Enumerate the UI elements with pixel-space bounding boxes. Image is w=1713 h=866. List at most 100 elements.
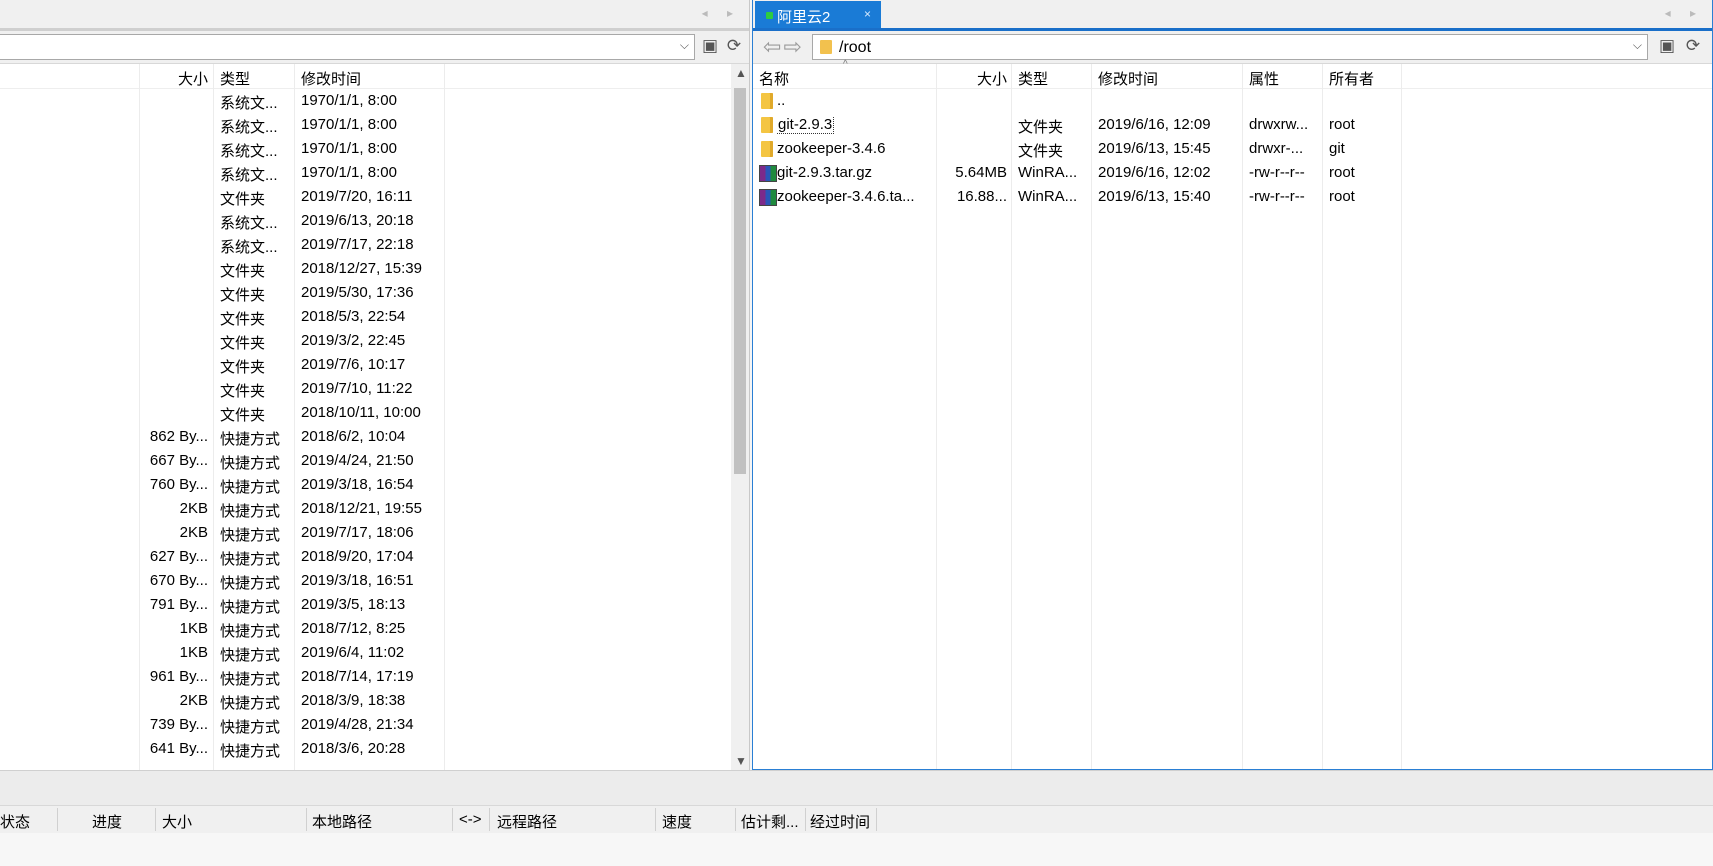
table-row[interactable]: 2KB 快捷方式 2019/7/17, 18:06 bbox=[0, 522, 749, 546]
cell-size bbox=[140, 356, 208, 378]
cell-size bbox=[140, 404, 208, 426]
table-row[interactable]: 系统文... 2019/6/13, 20:18 bbox=[0, 210, 749, 234]
refresh-icon[interactable]: ⟳ bbox=[724, 36, 744, 56]
table-row[interactable]: 系统文... 1970/1/1, 8:00 bbox=[0, 162, 749, 186]
column-divider[interactable] bbox=[452, 808, 453, 831]
column-divider[interactable] bbox=[805, 808, 806, 831]
column-elapsed[interactable]: 经过时间 bbox=[810, 811, 870, 833]
table-row[interactable]: .. bbox=[753, 90, 1712, 114]
table-row[interactable]: 670 By... 快捷方式 2019/3/18, 16:51 bbox=[0, 570, 749, 594]
table-row[interactable]: zookeeper-3.4.6 文件夹 2019/6/13, 15:45 drwxr-… bbox=[753, 138, 1712, 162]
column-progress[interactable]: 进度 bbox=[92, 811, 122, 833]
tab-scroll-arrows-icon[interactable]: ◂ ▸ bbox=[1665, 6, 1704, 20]
table-row[interactable]: 667 By... 快捷方式 2019/4/24, 21:50 bbox=[0, 450, 749, 474]
column-divider[interactable] bbox=[155, 808, 156, 831]
cell-type: 快捷方式 bbox=[220, 479, 281, 496]
cell-size: 670 By... bbox=[149, 572, 208, 589]
column-local-path[interactable]: 本地路径 bbox=[312, 811, 372, 833]
local-path-input[interactable]: ⌵ bbox=[0, 34, 695, 60]
column-divider[interactable] bbox=[489, 808, 490, 831]
cell-type: 文件夹 bbox=[220, 359, 266, 376]
column-divider[interactable] bbox=[57, 808, 58, 831]
table-row[interactable]: zookeeper-3.4.6.ta... 16.88... WinRA... 201… bbox=[753, 186, 1712, 210]
chevron-down-icon[interactable]: ⌵ bbox=[1633, 38, 1642, 53]
cell-size bbox=[140, 92, 208, 114]
table-row[interactable]: 1KB 快捷方式 2019/6/4, 11:02 bbox=[0, 642, 749, 666]
back-forward-icon[interactable]: ⇦⇨ bbox=[763, 34, 804, 60]
column-status[interactable]: 状态 bbox=[0, 811, 30, 833]
local-scrollbar[interactable]: ▲ ▼ bbox=[731, 64, 749, 770]
table-row[interactable]: 文件夹 2019/7/20, 16:11 bbox=[0, 186, 749, 210]
cell-size bbox=[140, 188, 208, 210]
column-attrs[interactable]: 属性 bbox=[1249, 64, 1319, 88]
tab-aliyun2[interactable]: 阿里云2 × bbox=[755, 1, 881, 28]
folder-open-icon[interactable]: ▣ bbox=[700, 36, 720, 56]
refresh-icon[interactable]: ⟳ bbox=[1683, 36, 1703, 56]
table-row[interactable]: 2KB 快捷方式 2018/12/21, 19:55 bbox=[0, 498, 749, 522]
cell-size bbox=[140, 164, 208, 186]
table-row[interactable]: 系统文... 1970/1/1, 8:00 bbox=[0, 138, 749, 162]
column-divider[interactable] bbox=[735, 808, 736, 831]
cell-type: 快捷方式 bbox=[220, 647, 281, 664]
table-row[interactable]: 961 By... 快捷方式 2018/7/14, 17:19 bbox=[0, 666, 749, 690]
table-row[interactable]: 2KB 快捷方式 2018/3/9, 18:38 bbox=[0, 690, 749, 714]
table-row[interactable]: 627 By... 快捷方式 2018/9/20, 17:04 bbox=[0, 546, 749, 570]
cell-mtime: 1970/1/1, 8:00 bbox=[301, 140, 397, 157]
tab-scroll-arrows-icon[interactable]: ◂ ▸ bbox=[702, 6, 741, 20]
table-row[interactable]: 文件夹 2019/3/2, 22:45 bbox=[0, 330, 749, 354]
sort-ascending-icon: ^ bbox=[843, 59, 848, 70]
table-row[interactable]: 791 By... 快捷方式 2019/3/5, 18:13 bbox=[0, 594, 749, 618]
cell-mtime: 2018/5/3, 22:54 bbox=[301, 308, 406, 325]
table-row[interactable]: 文件夹 2018/5/3, 22:54 bbox=[0, 306, 749, 330]
column-remote-path[interactable]: 远程路径 bbox=[497, 811, 557, 833]
table-row[interactable]: 641 By... 快捷方式 2018/3/6, 20:28 bbox=[0, 738, 749, 762]
cell-size: 2KB bbox=[179, 524, 208, 541]
column-size[interactable]: 大小 bbox=[140, 64, 208, 88]
column-direction[interactable]: <-> bbox=[459, 811, 482, 833]
close-icon[interactable]: × bbox=[864, 7, 871, 21]
column-type[interactable]: 类型 bbox=[220, 64, 290, 88]
table-row[interactable]: 文件夹 2019/5/30, 17:36 bbox=[0, 282, 749, 306]
cell-mtime: 2018/3/6, 20:28 bbox=[301, 740, 406, 757]
table-row[interactable]: git-2.9.3 文件夹 2019/6/16, 12:09 drwxrw... roo… bbox=[753, 114, 1712, 138]
cell-size: 627 By... bbox=[149, 548, 208, 565]
scroll-down-icon[interactable]: ▼ bbox=[735, 754, 747, 768]
folder-open-icon[interactable]: ▣ bbox=[1657, 36, 1677, 56]
column-divider[interactable] bbox=[655, 808, 656, 831]
splitter-area bbox=[0, 770, 1713, 805]
table-row[interactable]: 739 By... 快捷方式 2019/4/28, 21:34 bbox=[0, 714, 749, 738]
column-speed[interactable]: 速度 bbox=[662, 811, 692, 833]
table-row[interactable]: 862 By... 快捷方式 2018/6/2, 10:04 bbox=[0, 426, 749, 450]
cell-mtime: 2019/3/18, 16:54 bbox=[301, 476, 414, 493]
cell-mtime: 2018/12/27, 15:39 bbox=[301, 260, 422, 277]
table-row[interactable]: 系统文... 2019/7/17, 22:18 bbox=[0, 234, 749, 258]
table-row[interactable]: 系统文... 1970/1/1, 8:00 bbox=[0, 114, 749, 138]
scroll-up-icon[interactable]: ▲ bbox=[735, 66, 747, 80]
table-row[interactable]: 文件夹 2018/12/27, 15:39 bbox=[0, 258, 749, 282]
column-size[interactable]: 大小 bbox=[939, 64, 1007, 88]
column-mtime[interactable]: 修改时间 bbox=[1098, 64, 1238, 88]
column-mtime[interactable]: 修改时间 bbox=[301, 64, 441, 88]
table-row[interactable]: 760 By... 快捷方式 2019/3/18, 16:54 bbox=[0, 474, 749, 498]
cell-mtime: 2019/6/13, 20:18 bbox=[301, 212, 414, 229]
table-row[interactable]: 文件夹 2019/7/10, 11:22 bbox=[0, 378, 749, 402]
table-row[interactable]: 系统文... 1970/1/1, 8:00 bbox=[0, 90, 749, 114]
column-type[interactable]: 类型 bbox=[1018, 64, 1088, 88]
cell-type: 文件夹 bbox=[1018, 143, 1064, 160]
column-divider[interactable] bbox=[876, 808, 877, 831]
remote-path-bar: ⇦⇨ /root ⌵ ▣ ⟳ bbox=[753, 31, 1712, 64]
remote-file-list: .. git-2.9.3 文件夹 2019/6/16, 12:09 drwxrw... r… bbox=[753, 90, 1712, 210]
table-row[interactable]: 1KB 快捷方式 2018/7/12, 8:25 bbox=[0, 618, 749, 642]
column-remaining[interactable]: 估计剩... bbox=[741, 811, 799, 833]
column-owner[interactable]: 所有者 bbox=[1329, 64, 1399, 88]
cell-type: 系统文... bbox=[220, 95, 278, 112]
column-divider[interactable] bbox=[306, 808, 307, 831]
remote-path-input[interactable]: /root ⌵ bbox=[812, 34, 1648, 60]
table-row[interactable]: 文件夹 2019/7/6, 10:17 bbox=[0, 354, 749, 378]
cell-mtime: 2019/7/6, 10:17 bbox=[301, 356, 406, 373]
table-row[interactable]: git-2.9.3.tar.gz 5.64MB WinRA... 2019/6/16,… bbox=[753, 162, 1712, 186]
table-row[interactable]: 文件夹 2018/10/11, 10:00 bbox=[0, 402, 749, 426]
column-size[interactable]: 大小 bbox=[162, 811, 192, 833]
chevron-down-icon[interactable]: ⌵ bbox=[680, 38, 689, 53]
scrollbar-thumb[interactable] bbox=[734, 88, 746, 474]
